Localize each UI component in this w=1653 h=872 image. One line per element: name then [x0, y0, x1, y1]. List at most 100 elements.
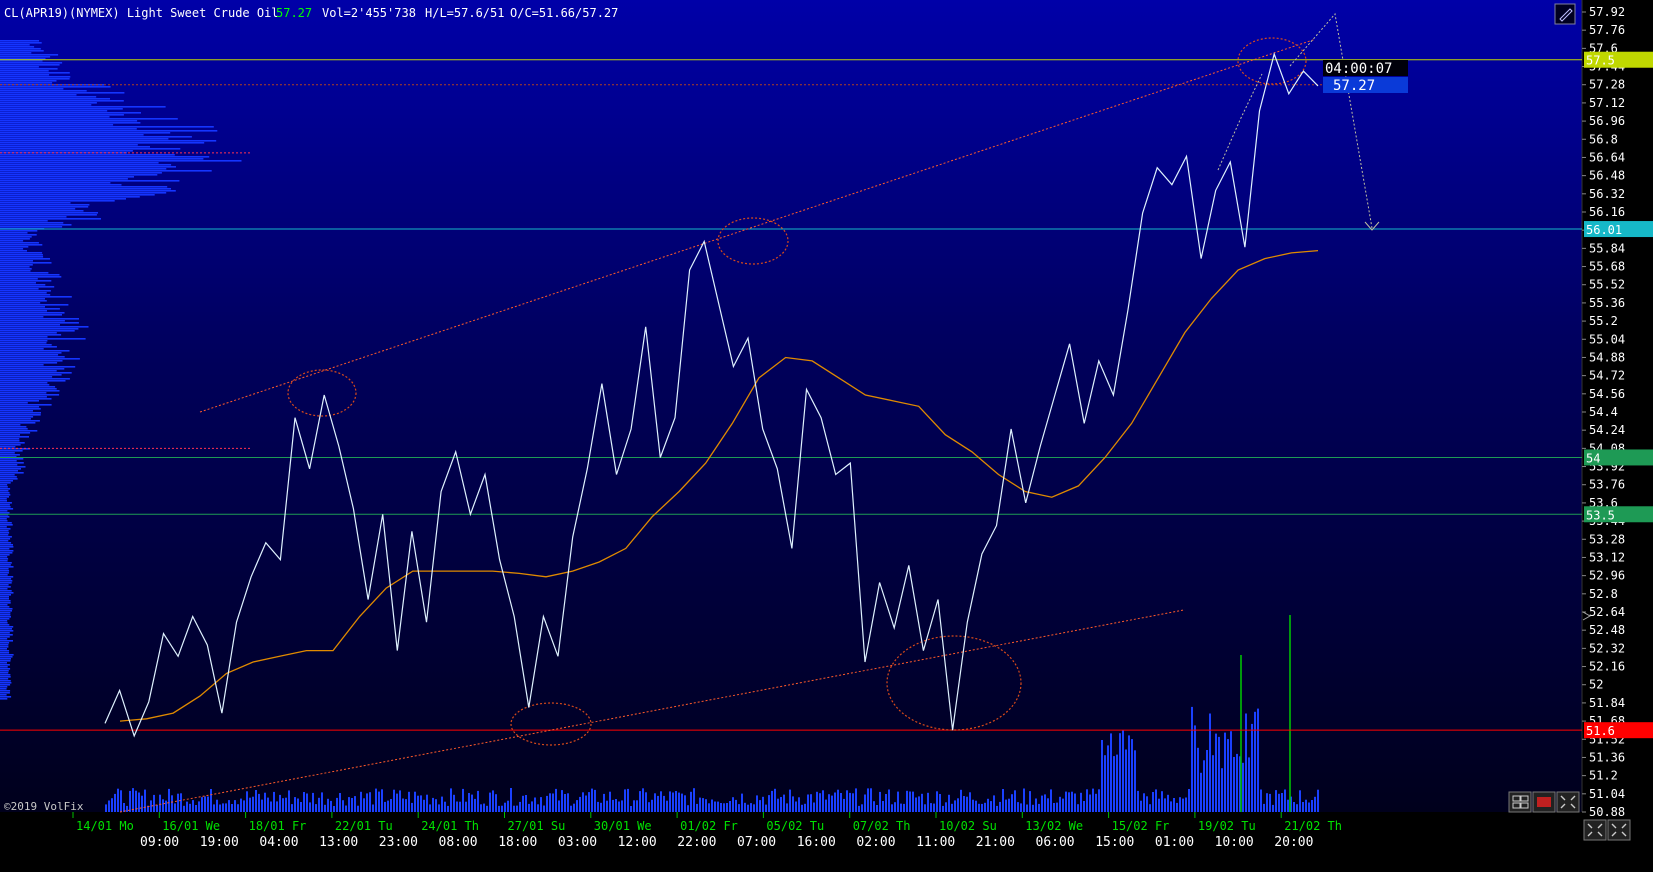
volume-profile-bar	[0, 200, 115, 202]
price-tick-label: 52.48	[1589, 623, 1625, 637]
volume-bar	[594, 789, 596, 812]
volume-profile-bar	[0, 512, 10, 514]
volume-profile-bar	[0, 210, 84, 212]
date-label: 13/02 We	[1025, 819, 1083, 833]
time-label: 09:00	[140, 835, 179, 850]
volume-profile-bar	[0, 560, 8, 562]
volume-bar	[510, 788, 512, 812]
volume-bar	[591, 788, 593, 812]
volume-bar	[1104, 755, 1106, 812]
volume-bar	[624, 789, 626, 812]
volume-bar	[960, 789, 962, 812]
volume-bar	[126, 805, 128, 812]
volume-profile-bar	[0, 442, 25, 444]
price-tick-label: 54.56	[1589, 387, 1625, 401]
price-tick-label: 51.36	[1589, 750, 1625, 764]
volume-profile-bar	[0, 278, 38, 280]
chart-header: CL(APR19)(NYMEX) Light Sweet Crude Oil 5…	[4, 6, 618, 20]
expand-button[interactable]	[1607, 819, 1631, 841]
date-label: 05/02 Tu	[766, 819, 824, 833]
volume-bar	[768, 795, 770, 812]
volume-profile-bar	[0, 356, 65, 358]
volume-bar	[672, 792, 674, 812]
price-tick-label: 52.16	[1589, 660, 1625, 674]
volume-bar	[1155, 789, 1157, 812]
volume-bar	[1074, 793, 1076, 812]
volume-profile-bar	[0, 62, 63, 64]
volume-bar	[1230, 731, 1232, 812]
fit-button[interactable]	[1583, 819, 1607, 841]
time-label: 19:00	[200, 835, 239, 850]
volume-profile-bar	[0, 408, 41, 410]
volume-bar	[984, 802, 986, 812]
volume-bar	[879, 791, 881, 812]
volume-bar	[1200, 772, 1202, 812]
draw-tool-button[interactable]	[1554, 3, 1576, 25]
volume-bar	[660, 791, 662, 812]
volume-bar	[1146, 796, 1148, 812]
volume-bar	[552, 793, 554, 812]
zoom-out-button[interactable]	[1556, 791, 1580, 813]
volume-bar	[183, 805, 185, 812]
volume-profile-bar	[0, 246, 29, 248]
date-label: 27/01 Su	[508, 819, 566, 833]
volume-bar	[972, 799, 974, 812]
volume-profile-bar	[0, 328, 79, 330]
volume-bar	[1314, 796, 1316, 812]
volume-profile-bar	[0, 238, 30, 240]
volume-bar	[525, 795, 527, 812]
volume-profile-bar	[0, 674, 11, 676]
volume-profile-bar	[0, 688, 7, 690]
volume-bar	[1284, 789, 1286, 812]
volume-bar	[633, 800, 635, 812]
volume-profile-bar	[0, 594, 11, 596]
volume-bar	[201, 797, 203, 812]
volume-bar	[657, 795, 659, 812]
price-tick-label: 56.32	[1589, 187, 1625, 201]
volume-bar	[138, 792, 140, 812]
volume-bar	[1182, 798, 1184, 812]
volume-bar	[651, 799, 653, 812]
volume-profile-bar	[0, 186, 168, 188]
volume-bar	[639, 791, 641, 812]
volume-bar	[267, 797, 269, 812]
color-scheme-button[interactable]	[1532, 791, 1556, 813]
volume-profile-bar	[0, 134, 144, 136]
volume-bar	[1203, 760, 1205, 812]
grid-layout-button[interactable]	[1508, 791, 1532, 813]
volume-profile-bar	[0, 374, 62, 376]
volume-profile-bar	[0, 176, 134, 178]
volume-bar	[1119, 733, 1121, 812]
volume-bar	[807, 794, 809, 812]
volume-bar	[789, 789, 791, 812]
volume-bar	[495, 794, 497, 812]
volume-bar	[954, 800, 956, 812]
volume-bar	[390, 799, 392, 812]
volume-bar	[555, 788, 557, 812]
chart-window: 57.9257.7657.657.4457.2857.1256.9656.856…	[0, 0, 1653, 868]
volume-bar	[441, 796, 443, 812]
volume-profile-bar	[0, 402, 28, 404]
price-tick-label: 53.12	[1589, 550, 1625, 564]
volume-bar	[282, 798, 284, 812]
volume-bar	[117, 788, 119, 812]
volume-profile-bar	[0, 206, 89, 208]
volume-profile-bar	[0, 352, 62, 354]
volume-bar	[648, 802, 650, 812]
volume-bar	[222, 803, 224, 812]
volume-bar	[945, 802, 947, 812]
volume-bar	[306, 793, 308, 812]
price-tick-label: 55.36	[1589, 296, 1625, 310]
volume-bar	[714, 801, 716, 812]
volume-bar	[519, 801, 521, 812]
volume-profile-bar	[0, 522, 12, 524]
volume-profile-bar	[0, 358, 80, 360]
volume-profile-bar	[0, 76, 71, 78]
volume-bar	[1029, 791, 1031, 812]
volume-profile-bar	[0, 260, 33, 262]
volume-bar	[867, 788, 869, 812]
volume-profile-bar	[0, 50, 44, 52]
volume-bar	[405, 799, 407, 812]
volume-bar	[588, 792, 590, 812]
volume-bar	[939, 794, 941, 812]
